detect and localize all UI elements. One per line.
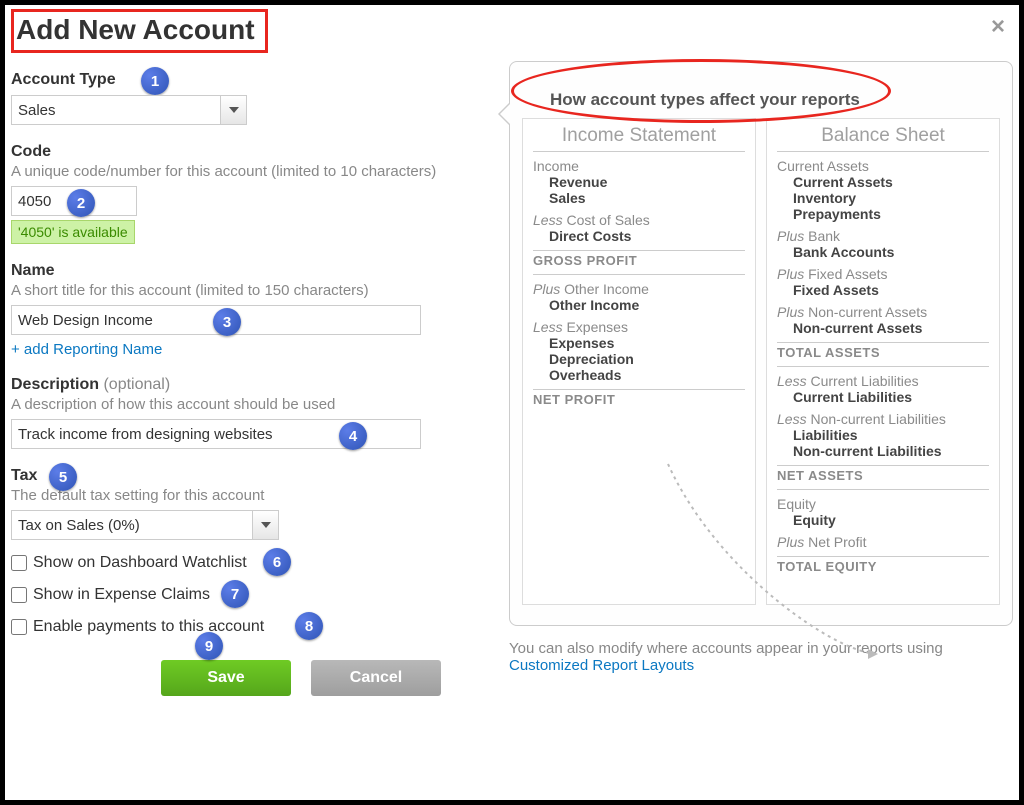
add-reporting-name-link[interactable]: + add Reporting Name [11,341,162,358]
tax-select[interactable] [11,510,279,540]
name-hint: A short title for this account (limited … [11,282,491,299]
badge-8: 8 [295,612,323,640]
account-type-select[interactable] [11,95,247,125]
close-icon[interactable]: × [991,13,1005,41]
account-type-label: Account Type [11,71,116,89]
enable-payments-label: Enable payments to this account [33,618,264,636]
enable-payments-checkbox[interactable] [11,619,27,635]
badge-9: 9 [195,632,223,660]
tax-hint: The default tax setting for this account [11,487,491,504]
badge-7: 7 [221,580,249,608]
expense-claims-label: Show in Expense Claims [33,586,210,604]
income-statement-panel: Income Statement Income Revenue Sales Le… [522,118,756,605]
balance-sheet-panel: Balance Sheet Current Assets Current Ass… [766,118,1000,605]
info-heading-highlight [511,59,891,123]
description-label: Description (optional) [11,376,170,394]
footer-note: You can also modify where accounts appea… [509,640,1013,674]
badge-3: 3 [213,308,241,336]
description-hint: A description of how this account should… [11,396,491,413]
badge-5: 5 [49,463,77,491]
customized-report-layouts-link[interactable]: Customized Report Layouts [509,657,694,674]
code-available-msg: '4050' is available [11,220,135,244]
expense-claims-checkbox[interactable] [11,587,27,603]
badge-1: 1 [141,67,169,95]
income-statement-title: Income Statement [533,125,745,152]
name-label: Name [11,262,55,280]
cancel-button[interactable]: Cancel [311,660,441,696]
reports-info-bubble: How account types affect your reports In… [509,61,1013,626]
save-button[interactable]: Save [161,660,291,696]
badge-6: 6 [263,548,291,576]
badge-4: 4 [339,422,367,450]
title-highlight: Add New Account [11,9,268,53]
balance-sheet-title: Balance Sheet [777,125,989,152]
code-label: Code [11,143,51,161]
badge-2: 2 [67,189,95,217]
dialog-title: Add New Account [16,12,259,48]
tax-label: Tax [11,467,37,485]
dashboard-watchlist-checkbox[interactable] [11,555,27,571]
code-hint: A unique code/number for this account (l… [11,163,491,180]
dashboard-watchlist-label: Show on Dashboard Watchlist [33,554,247,572]
